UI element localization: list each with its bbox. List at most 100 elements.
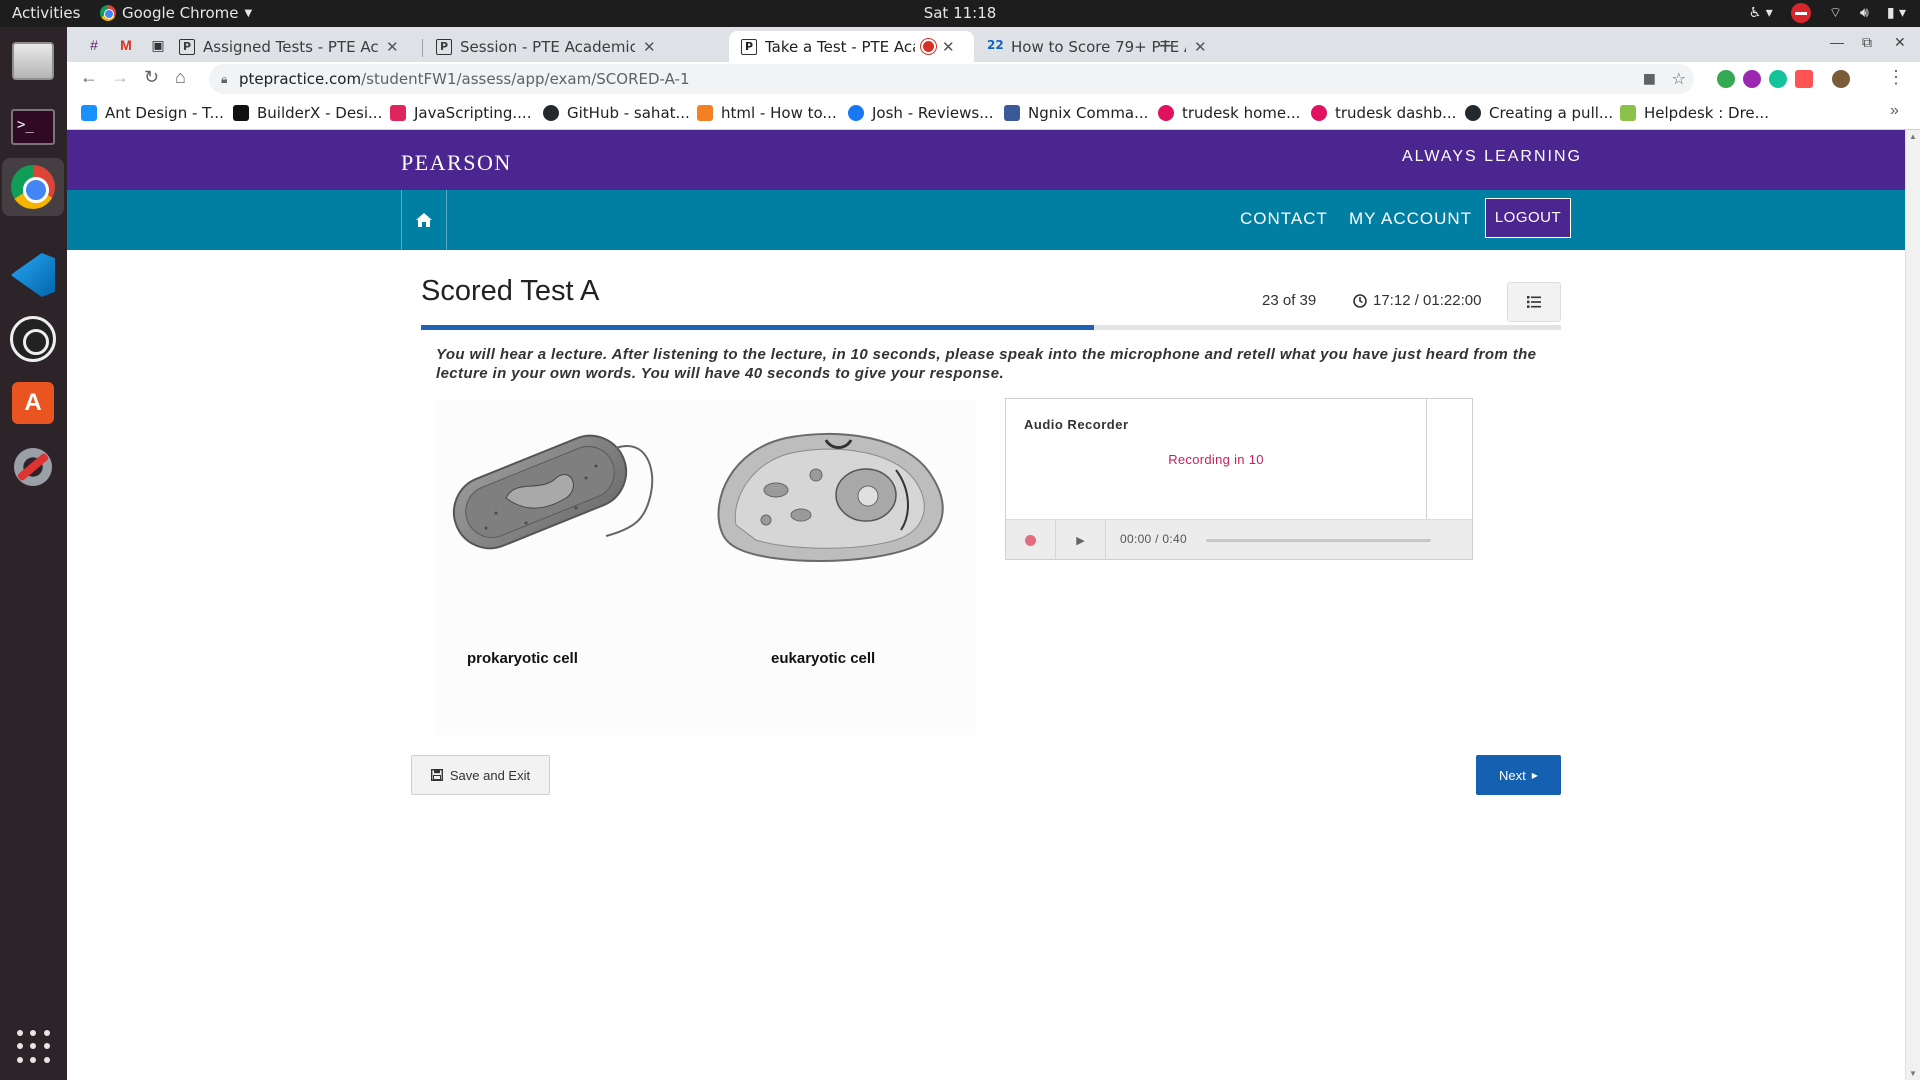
chevron-down-icon: ▼ <box>244 7 253 19</box>
recording-indicator-icon <box>923 41 934 52</box>
bookmark-item[interactable]: JavaScripting.... <box>390 104 531 122</box>
system-tray[interactable]: ♿ ▾ ⌔ 🔊︎ ▮ ▾ <box>1749 3 1906 23</box>
bookmark-item[interactable]: Creating a pull... <box>1465 104 1613 122</box>
bookmark-item[interactable]: Helpdesk : Dre... <box>1620 104 1769 122</box>
clock[interactable]: Sat 11:18 <box>0 4 1920 22</box>
settings-app-icon[interactable] <box>9 443 57 491</box>
url-path: /studentFW1/assess/app/exam/SCORED-A-1 <box>361 70 690 88</box>
lock-icon[interactable]: 🔒︎ <box>221 64 227 94</box>
bookmark-label: Creating a pull... <box>1489 104 1614 122</box>
bookmark-item[interactable]: Ngnix Comma... <box>1004 104 1148 122</box>
tab-assigned-tests[interactable]: P Assigned Tests - PTE Acad ✕ <box>167 31 411 62</box>
do-not-disturb-icon[interactable] <box>1790 3 1811 23</box>
question-image: prokaryotic cell eukaryotic cell <box>436 400 976 735</box>
vscode-app-icon[interactable] <box>9 251 57 299</box>
bookmark-item[interactable]: GitHub - sahat... <box>543 104 690 122</box>
profile-avatar[interactable] <box>1832 70 1850 88</box>
tab-session[interactable]: P Session - PTE Academic ✕ <box>424 31 668 62</box>
back-icon[interactable]: ← <box>80 67 98 88</box>
contact-link[interactable]: CONTACT <box>1240 209 1328 229</box>
page-content: PEARSON ALWAYS LEARNING CONTACT MY ACCOU… <box>67 130 1905 1080</box>
home-icon[interactable]: ⌂ <box>175 67 186 88</box>
bookmark-item[interactable]: Josh - Reviews... <box>848 104 994 122</box>
extension-icon[interactable] <box>1795 70 1813 88</box>
logout-button[interactable]: LOGOUT <box>1485 198 1571 238</box>
maximize-icon[interactable]: ⧉ <box>1862 34 1872 51</box>
pearson-logo[interactable]: PEARSON <box>401 150 512 176</box>
recording-status: Recording in 10 <box>1168 452 1264 467</box>
terminal-app-icon[interactable]: >_ <box>9 103 57 151</box>
bookmark-label: Josh - Reviews... <box>872 104 994 122</box>
question-counter: 23 of 39 <box>1262 292 1317 309</box>
new-tab-icon[interactable]: + <box>1159 33 1172 59</box>
recorder-progress-track[interactable] <box>1206 539 1431 542</box>
exam-progress-bar <box>421 325 1561 330</box>
close-tab-icon[interactable]: ✕ <box>942 38 955 56</box>
pearson-favicon-icon: P <box>179 38 195 55</box>
page-scrollbar[interactable]: ▲ ▼ <box>1905 130 1920 1080</box>
close-tab-icon[interactable]: ✕ <box>1194 38 1207 56</box>
save-and-exit-label: Save and Exit <box>449 767 531 783</box>
extension-icon[interactable] <box>1743 70 1761 88</box>
bookmark-label: trudesk dashb... <box>1335 104 1457 122</box>
bookmark-label: Ant Design - T... <box>105 104 224 122</box>
builderx-icon <box>233 105 249 121</box>
pinned-tab-slack-icon[interactable]: # <box>85 36 103 54</box>
accessibility-icon[interactable]: ♿ ▾ <box>1749 5 1773 21</box>
volume-icon: 🔊︎ <box>1859 5 1869 21</box>
pearson-favicon-icon: P <box>436 38 452 55</box>
obs-app-icon[interactable] <box>9 315 57 363</box>
bookmark-item[interactable]: Ant Design - T... <box>81 104 224 122</box>
show-applications-icon[interactable] <box>17 1030 51 1064</box>
bookmark-item[interactable]: BuilderX - Desi... <box>233 104 382 122</box>
my-account-link[interactable]: MY ACCOUNT <box>1349 209 1472 229</box>
activities-button[interactable]: Activities <box>12 4 80 22</box>
trudesk-icon <box>1311 105 1327 121</box>
reload-icon[interactable]: ↻ <box>144 67 159 88</box>
scroll-down-icon[interactable]: ▼ <box>1909 1069 1917 1078</box>
more-bookmarks-icon[interactable]: » <box>1890 102 1899 120</box>
play-button[interactable]: ▶ <box>1056 520 1106 560</box>
more-menu-icon[interactable]: ⋮ <box>1887 67 1905 88</box>
ant-design-icon <box>81 105 97 121</box>
scroll-up-icon[interactable]: ▲ <box>1909 132 1917 141</box>
close-tab-icon[interactable]: ✕ <box>643 38 656 56</box>
bookmark-label: Helpdesk : Dre... <box>1644 104 1769 122</box>
files-app-icon[interactable] <box>9 37 57 85</box>
grammarly-icon[interactable] <box>1769 70 1787 88</box>
bookmark-item[interactable]: trudesk home... <box>1158 104 1300 122</box>
recorder-controls: ▶ 00:00 / 0:40 <box>1006 519 1472 560</box>
tab-strip: # M ▣ P Assigned Tests - PTE Acad ✕ P Se… <box>67 27 1920 62</box>
app-menu[interactable]: Google Chrome ▼ <box>100 4 252 22</box>
javascripting-icon <box>390 105 406 121</box>
bookmark-item[interactable]: trudesk dashb... <box>1311 104 1456 122</box>
tab-how-to-score[interactable]: 22 How to Score 79+ PTE Aca ✕ <box>975 31 1219 62</box>
next-label: Next <box>1499 767 1526 783</box>
software-store-icon[interactable]: A <box>9 379 57 427</box>
save-and-exit-button[interactable]: Save and Exit <box>411 755 550 795</box>
record-icon <box>1025 534 1036 546</box>
list-icon <box>1527 296 1541 308</box>
address-bar[interactable]: 🔒︎ ptepractice.com/studentFW1/assess/app… <box>209 64 1694 94</box>
forward-icon[interactable]: → <box>111 67 129 88</box>
chrome-icon <box>100 5 116 21</box>
camera-icon[interactable]: ■ <box>1643 64 1656 94</box>
tab-take-a-test[interactable]: P Take a Test - PTE Acad ✕ <box>729 31 974 62</box>
extension-icon[interactable] <box>1717 70 1735 88</box>
minimize-icon[interactable]: — <box>1830 34 1844 50</box>
pinned-tab-reader-icon[interactable]: ▣ <box>149 36 167 54</box>
next-button[interactable]: Next ▶ <box>1476 755 1561 795</box>
bookmark-star-icon[interactable]: ☆ <box>1672 64 1686 94</box>
helpdesk-icon <box>1620 105 1636 121</box>
wifi-icon: ⌔ <box>1828 5 1842 21</box>
pinned-tab-gmail-icon[interactable]: M <box>117 36 135 54</box>
home-button[interactable] <box>401 190 447 250</box>
record-button[interactable] <box>1006 520 1056 560</box>
close-window-icon[interactable]: ✕ <box>1894 34 1906 51</box>
close-tab-icon[interactable]: ✕ <box>386 38 399 56</box>
nginx-icon <box>1004 105 1020 121</box>
question-list-button[interactable] <box>1507 282 1561 322</box>
bookmark-item[interactable]: html - How to... <box>697 104 837 122</box>
chrome-app-icon[interactable] <box>2 158 64 216</box>
site-nav: CONTACT MY ACCOUNT LOGOUT <box>67 190 1905 250</box>
